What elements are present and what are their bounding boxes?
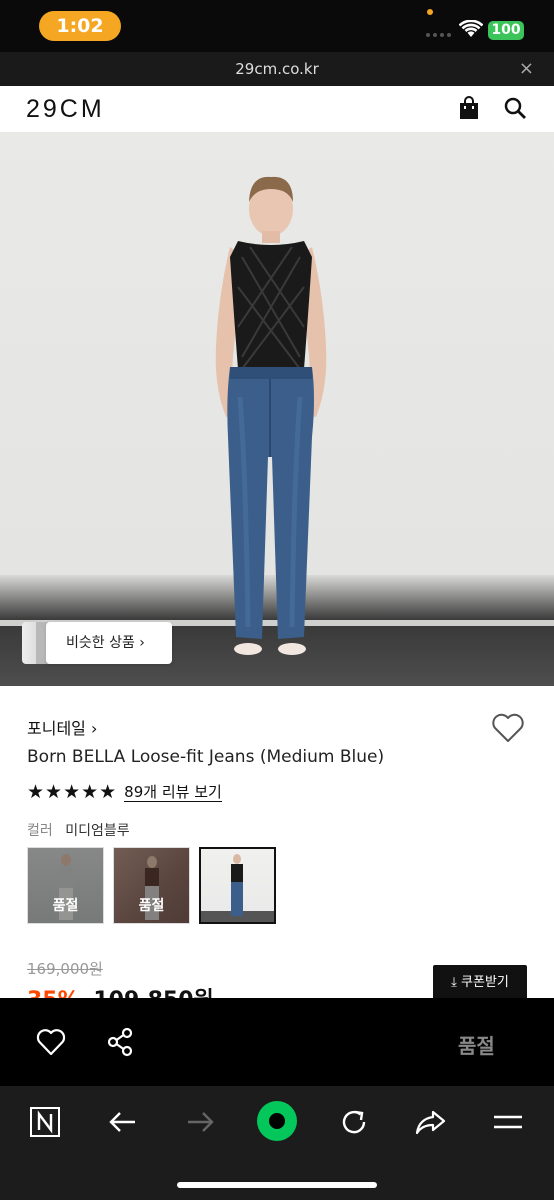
sold-out-overlay: 품절 bbox=[28, 848, 103, 923]
reload-icon[interactable] bbox=[336, 1104, 372, 1140]
color-swatch[interactable]: 품절 bbox=[27, 847, 104, 924]
share-icon[interactable] bbox=[106, 1027, 134, 1057]
forward-arrow-icon[interactable] bbox=[182, 1104, 218, 1140]
browser-nav-bar bbox=[0, 1086, 554, 1200]
product-title: Born BELLA Loose-fit Jeans (Medium Blue) bbox=[27, 747, 385, 767]
menu-icon[interactable] bbox=[490, 1104, 526, 1140]
cellular-signal-icon bbox=[426, 33, 451, 37]
home-indicator[interactable] bbox=[177, 1182, 377, 1188]
brand-link[interactable]: 포니테일 › bbox=[27, 715, 97, 739]
discount-rate: 35% bbox=[27, 988, 80, 998]
close-icon[interactable]: × bbox=[519, 58, 534, 79]
search-icon[interactable] bbox=[503, 96, 527, 120]
site-header: 29CM bbox=[0, 86, 554, 132]
status-bar: 1:02 100 bbox=[0, 0, 554, 52]
model-photo bbox=[215, 176, 327, 655]
wifi-icon bbox=[459, 20, 483, 37]
naver-n-icon[interactable] bbox=[27, 1104, 63, 1140]
sold-out-button[interactable]: 품절 bbox=[458, 1030, 495, 1059]
status-time: 1:02 bbox=[39, 11, 121, 41]
shopping-bag-icon[interactable] bbox=[458, 96, 480, 120]
color-row: 컬러 미디엄블루 bbox=[27, 820, 130, 840]
color-value: 미디엄블루 bbox=[65, 823, 130, 839]
battery-icon: 100 bbox=[488, 21, 524, 40]
similar-products-button[interactable]: 비슷한 상품 › bbox=[46, 622, 172, 664]
sale-price-row: 35% 109,850원 bbox=[27, 982, 214, 998]
star-rating-icon: ★★★★★ bbox=[27, 781, 118, 803]
review-link[interactable]: 89개 리뷰 보기 bbox=[124, 783, 222, 802]
color-swatch-selected[interactable] bbox=[199, 847, 276, 924]
color-swatch[interactable]: 품절 bbox=[113, 847, 190, 924]
url-text[interactable]: 29cm.co.kr bbox=[0, 60, 554, 78]
site-logo[interactable]: 29CM bbox=[26, 95, 105, 124]
color-label: 컬러 bbox=[27, 823, 53, 839]
swatch-image bbox=[231, 854, 243, 916]
color-swatches: 품절 품절 bbox=[27, 847, 276, 924]
purchase-action-bar: 품절 bbox=[0, 998, 554, 1086]
share-arrow-icon[interactable] bbox=[412, 1104, 448, 1140]
sale-price: 109,850원 bbox=[93, 988, 213, 998]
original-price: 169,000원 bbox=[27, 960, 103, 978]
product-info: 포니테일 › Born BELLA Loose-fit Jeans (Mediu… bbox=[0, 686, 554, 1001]
heart-icon[interactable] bbox=[36, 1028, 66, 1056]
back-arrow-icon[interactable] bbox=[105, 1104, 141, 1140]
sold-out-overlay: 품절 bbox=[114, 848, 189, 923]
browser-url-bar[interactable]: 29cm.co.kr × bbox=[0, 52, 554, 86]
coupon-button[interactable]: ⤓ 쿠폰받기 bbox=[433, 965, 527, 1001]
rating-row: ★★★★★ 89개 리뷰 보기 bbox=[27, 782, 222, 802]
wishlist-heart-icon[interactable] bbox=[491, 713, 525, 743]
product-hero-image[interactable]: 비슷한 상품 › bbox=[0, 132, 554, 686]
privacy-indicator-dot bbox=[427, 9, 433, 15]
green-home-icon[interactable] bbox=[256, 1100, 298, 1142]
